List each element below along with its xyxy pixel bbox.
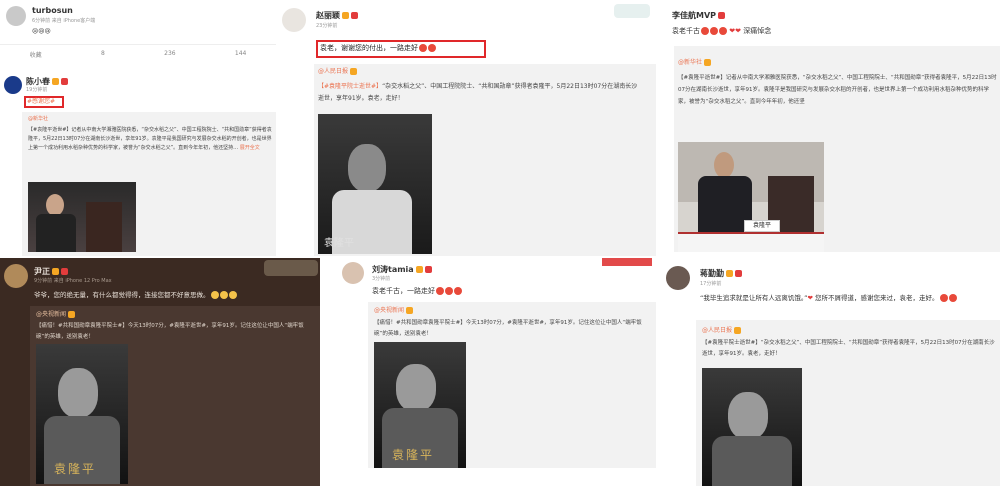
person-head bbox=[728, 392, 768, 440]
user-name[interactable]: 尹正 bbox=[34, 266, 68, 277]
person-head bbox=[396, 364, 436, 412]
repost-card: @央视新闻 【痛惜！#共和国勋章袁隆平院士#】今天13时07分，#袁隆平逝世#，… bbox=[30, 306, 320, 486]
heart-icon: ❤❤ bbox=[727, 27, 741, 35]
user-name[interactable]: 李佳航MVP bbox=[672, 10, 726, 21]
person-body bbox=[36, 214, 76, 252]
user-name[interactable]: 蒋勤勤 bbox=[700, 268, 742, 279]
repost-author[interactable]: @央视新闻 bbox=[374, 306, 414, 315]
repost-card: @新华社 【#袁隆平逝世#】记者从中南大学湘雅医院获悉，“杂交水稻之父”、中国工… bbox=[22, 112, 276, 256]
post-photo[interactable] bbox=[28, 182, 136, 252]
repost-body: 【痛惜！#共和国勋章袁隆平院士#】今天13时07分，#袁隆平逝世#，享年91岁。… bbox=[36, 323, 304, 340]
cover-decoration bbox=[264, 260, 318, 276]
photo-caption: 袁隆平 bbox=[54, 462, 97, 476]
repost-body: 【#袁隆平院士逝世#】“杂交水稻之父”、中国工程院院士、“共和国勋章”获得者袁隆… bbox=[318, 83, 638, 102]
avatar[interactable] bbox=[282, 8, 306, 32]
expand-link[interactable]: 展开全文 bbox=[240, 145, 260, 151]
repost-button[interactable]: 8 bbox=[101, 50, 105, 59]
person-head bbox=[348, 144, 386, 192]
post-meta: 19分钟前 bbox=[26, 87, 48, 93]
repost-card: @央视新闻 【痛惜！#共和国勋章袁隆平院士#】今天13时07分，#袁隆平逝世#，… bbox=[368, 302, 656, 468]
avatar[interactable] bbox=[4, 264, 28, 288]
post-meta: 9分钟前 来自 iPhone 12 Pro Max bbox=[34, 278, 112, 284]
repost-body: 【#袁隆平逝世#】记者从中南大学湘雅医院获悉，“杂交水稻之父”、中国工程院院士、… bbox=[678, 75, 997, 105]
post-chenxiaochun: 陈小春 19分钟前 #感谢您# @新华社 【#袁隆平逝世#】记者从中南大学湘雅医… bbox=[0, 70, 276, 256]
repost-body: 【#袁隆平逝世#】记者从中南大学湘雅医院获悉，“杂交水稻之父”、中国工程院院士、… bbox=[28, 127, 272, 151]
post-yinzheng: 尹正 9分钟前 来自 iPhone 12 Pro Max 爷爷，您的绝无量，有什… bbox=[0, 258, 320, 486]
user-name[interactable]: 刘涛tamia bbox=[372, 264, 432, 275]
post-photo[interactable]: 袁隆平 bbox=[36, 344, 128, 484]
post-photo[interactable]: 袁隆平 bbox=[318, 114, 432, 254]
post-photo[interactable]: 袁隆平 bbox=[678, 142, 824, 252]
post-text: 爷爷，您的绝无量，有什么都觉得得，连接您都不好意思做。 bbox=[34, 290, 237, 301]
post-liutao: 刘涛tamia 3分钟前 袁老千古，一路走好 @央视新闻 【痛惜！#共和国勋章袁… bbox=[336, 258, 656, 468]
repost-body: 【痛惜！#共和国勋章袁隆平院士#】今天13时07分，#袁隆平逝世#，享年91岁。… bbox=[374, 320, 642, 337]
person-head bbox=[58, 368, 98, 418]
post-text: 😢😢😢 bbox=[32, 28, 51, 35]
favorite-button[interactable]: 收藏 bbox=[30, 50, 42, 59]
repost-author[interactable]: @央视新闻 bbox=[36, 310, 76, 319]
user-name[interactable]: 赵丽颖 bbox=[316, 10, 358, 21]
post-hashtag[interactable]: #感谢您# bbox=[27, 97, 55, 107]
avatar[interactable] bbox=[4, 76, 22, 94]
post-text: 袁老千古，一路走好 bbox=[372, 286, 462, 297]
user-name[interactable]: turbosun bbox=[32, 6, 73, 15]
post-photo[interactable]: 袁隆平 bbox=[374, 342, 466, 468]
repost-card: @人民日报 【#袁隆平院士逝世#】“杂交水稻之父”、中国工程院院士、“共和国勋章… bbox=[314, 64, 656, 256]
post-zhaoliying: 赵丽颖 23分钟前 袁老，谢谢您的付出，一路走好 @人民日报 【#袁隆平院士逝世… bbox=[278, 0, 656, 256]
divider bbox=[0, 44, 276, 45]
post-meta: 17分钟前 bbox=[700, 281, 722, 287]
post-lijiahang: 李佳航MVP 袁老千古 ❤❤ 深痛悼念 @新华社 【#袁隆平逝世#】记者从中南大… bbox=[660, 0, 1000, 258]
post-meta: 6分钟前 来自 iPhone客户端 bbox=[32, 18, 96, 24]
repost-card: @人民日报 【#袁隆平院士逝世#】“杂交水稻之父”、中国工程院院士、“共和国勋章… bbox=[696, 320, 1000, 486]
post-meta: 23分钟前 bbox=[316, 23, 338, 29]
repost-card: @新华社 【#袁隆平逝世#】记者从中南大学湘雅医院获悉，“杂交水稻之父”、中国工… bbox=[674, 46, 1000, 252]
repost-author[interactable]: @人民日报 bbox=[318, 67, 358, 76]
post-meta: 3分钟前 bbox=[372, 276, 391, 282]
repost-body: 【#袁隆平院士逝世#】“杂交水稻之父”、中国工程院院士、“共和国勋章”获得者袁隆… bbox=[702, 340, 995, 357]
photo-caption: 袁隆平 bbox=[392, 448, 435, 462]
photo-caption: 袁隆平 bbox=[324, 238, 354, 249]
post-turbosun: turbosun 6分钟前 来自 iPhone客户端 😢😢😢 收藏 8 236 … bbox=[0, 0, 276, 68]
cover-decoration bbox=[602, 258, 652, 266]
post-photo[interactable] bbox=[702, 368, 802, 486]
post-text: 袁老千古 ❤❤ 深痛悼念 bbox=[672, 27, 772, 35]
avatar[interactable] bbox=[342, 262, 364, 284]
avatar[interactable] bbox=[666, 266, 690, 290]
post-text: “我毕生追求就是让所有人远离饥饿。”❤ 您所不屑得道，感谢您来过，袁老，走好。 bbox=[700, 292, 996, 304]
like-button[interactable]: 144 bbox=[235, 50, 246, 59]
post-text: 袁老，谢谢您的付出，一路走好 bbox=[320, 43, 436, 54]
cover-decoration bbox=[614, 4, 650, 18]
chair bbox=[86, 202, 122, 252]
person-body bbox=[712, 436, 792, 486]
post-jiangqinqin: 蒋勤勤 17分钟前 “我毕生追求就是让所有人远离饥饿。”❤ 您所不屑得道，感谢您… bbox=[660, 262, 1000, 486]
avatar[interactable] bbox=[6, 6, 26, 26]
nameplate: 袁隆平 bbox=[744, 220, 780, 232]
person-head bbox=[46, 194, 64, 216]
comment-button[interactable]: 236 bbox=[164, 50, 175, 59]
person-head bbox=[714, 152, 734, 178]
action-row: 收藏 8 236 144 bbox=[0, 50, 276, 59]
heart-icon: ❤ bbox=[807, 294, 816, 302]
table bbox=[678, 232, 824, 252]
repost-author[interactable]: @新华社 bbox=[678, 58, 712, 67]
repost-author[interactable]: @人民日报 bbox=[702, 326, 742, 335]
repost-author[interactable]: @新华社 bbox=[28, 115, 48, 124]
